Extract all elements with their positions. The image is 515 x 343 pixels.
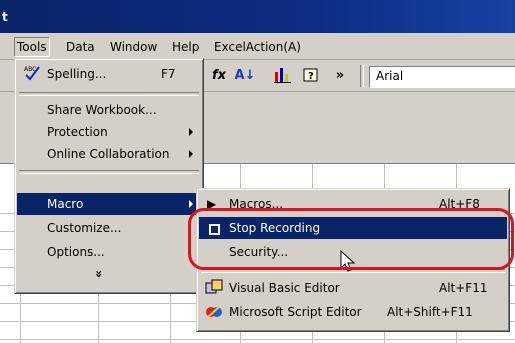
menu-item-shortcut: Alt+F11 (439, 281, 488, 295)
menu-item-label: Macro (47, 197, 84, 211)
menu-help[interactable]: Help (170, 38, 201, 56)
menu-tools[interactable]: Tools (14, 37, 50, 57)
menu-item-spelling[interactable]: ABC Spelling... F7 (17, 63, 201, 85)
sort-ascending-button[interactable]: A↓ (234, 66, 256, 86)
script-editor-icon (205, 303, 223, 328)
highlight-callout (188, 208, 514, 270)
toolbar-separator (360, 65, 364, 87)
menu-item-online-collaboration[interactable]: Online Collaboration (17, 143, 201, 165)
menu-item-microsoft-script-editor[interactable]: Microsoft Script Editor Alt+Shift+F11 (199, 301, 507, 323)
menu-item-label: Customize... (47, 221, 122, 235)
menu-separator (19, 170, 199, 174)
menu-item-label: Microsoft Script Editor (229, 305, 362, 319)
menu-item-protection[interactable]: Protection (17, 121, 201, 143)
tools-menu: ABC Spelling... F7 Share Workbook... Pro… (14, 58, 204, 294)
menu-item-label: Spelling... (47, 67, 107, 81)
chart-wizard-icon[interactable] (272, 66, 294, 86)
menu-bar: Tools Data Window Help ExcelAction(A) (0, 33, 515, 60)
menu-item-label: Options... (47, 245, 105, 259)
menu-item-customize[interactable]: Customize... (17, 217, 201, 239)
submenu-arrow-icon (189, 150, 193, 158)
title-bar: t (0, 0, 515, 33)
menu-separator (19, 92, 199, 96)
menu-item-macro[interactable]: Macro (17, 193, 201, 215)
submenu-arrow-icon (189, 200, 193, 208)
submenu-arrow-icon (189, 128, 193, 136)
function-button[interactable]: fx (210, 66, 228, 86)
help-icon[interactable]: ? (300, 66, 322, 86)
menu-item-visual-basic-editor[interactable]: Visual Basic Editor Alt+F11 (199, 277, 507, 299)
menu-window[interactable]: Window (108, 38, 159, 56)
menu-data[interactable]: Data (64, 38, 97, 56)
window-title: t (2, 10, 8, 24)
svg-text:?: ? (308, 71, 314, 82)
font-name-value: Arial (376, 69, 404, 83)
menu-item-label: Protection (47, 125, 108, 139)
menu-item-label: Visual Basic Editor (229, 281, 340, 295)
menu-item-options[interactable]: Options... (17, 241, 201, 263)
menu-item-share-workbook[interactable]: Share Workbook... (17, 99, 201, 121)
menu-item-label: Share Workbook... (47, 103, 157, 117)
spelling-icon: ABC (23, 63, 41, 88)
menu-item-shortcut: F7 (161, 67, 176, 81)
font-name-box[interactable]: Arial (369, 66, 515, 88)
menu-expand-chevron-icon[interactable]: » (17, 263, 201, 285)
menu-excelaction[interactable]: ExcelAction(A) (212, 38, 303, 56)
menu-item-shortcut: Alt+Shift+F11 (387, 305, 473, 319)
menu-item-label: Online Collaboration (47, 147, 170, 161)
toolbar-options-icon[interactable]: » (332, 66, 348, 86)
